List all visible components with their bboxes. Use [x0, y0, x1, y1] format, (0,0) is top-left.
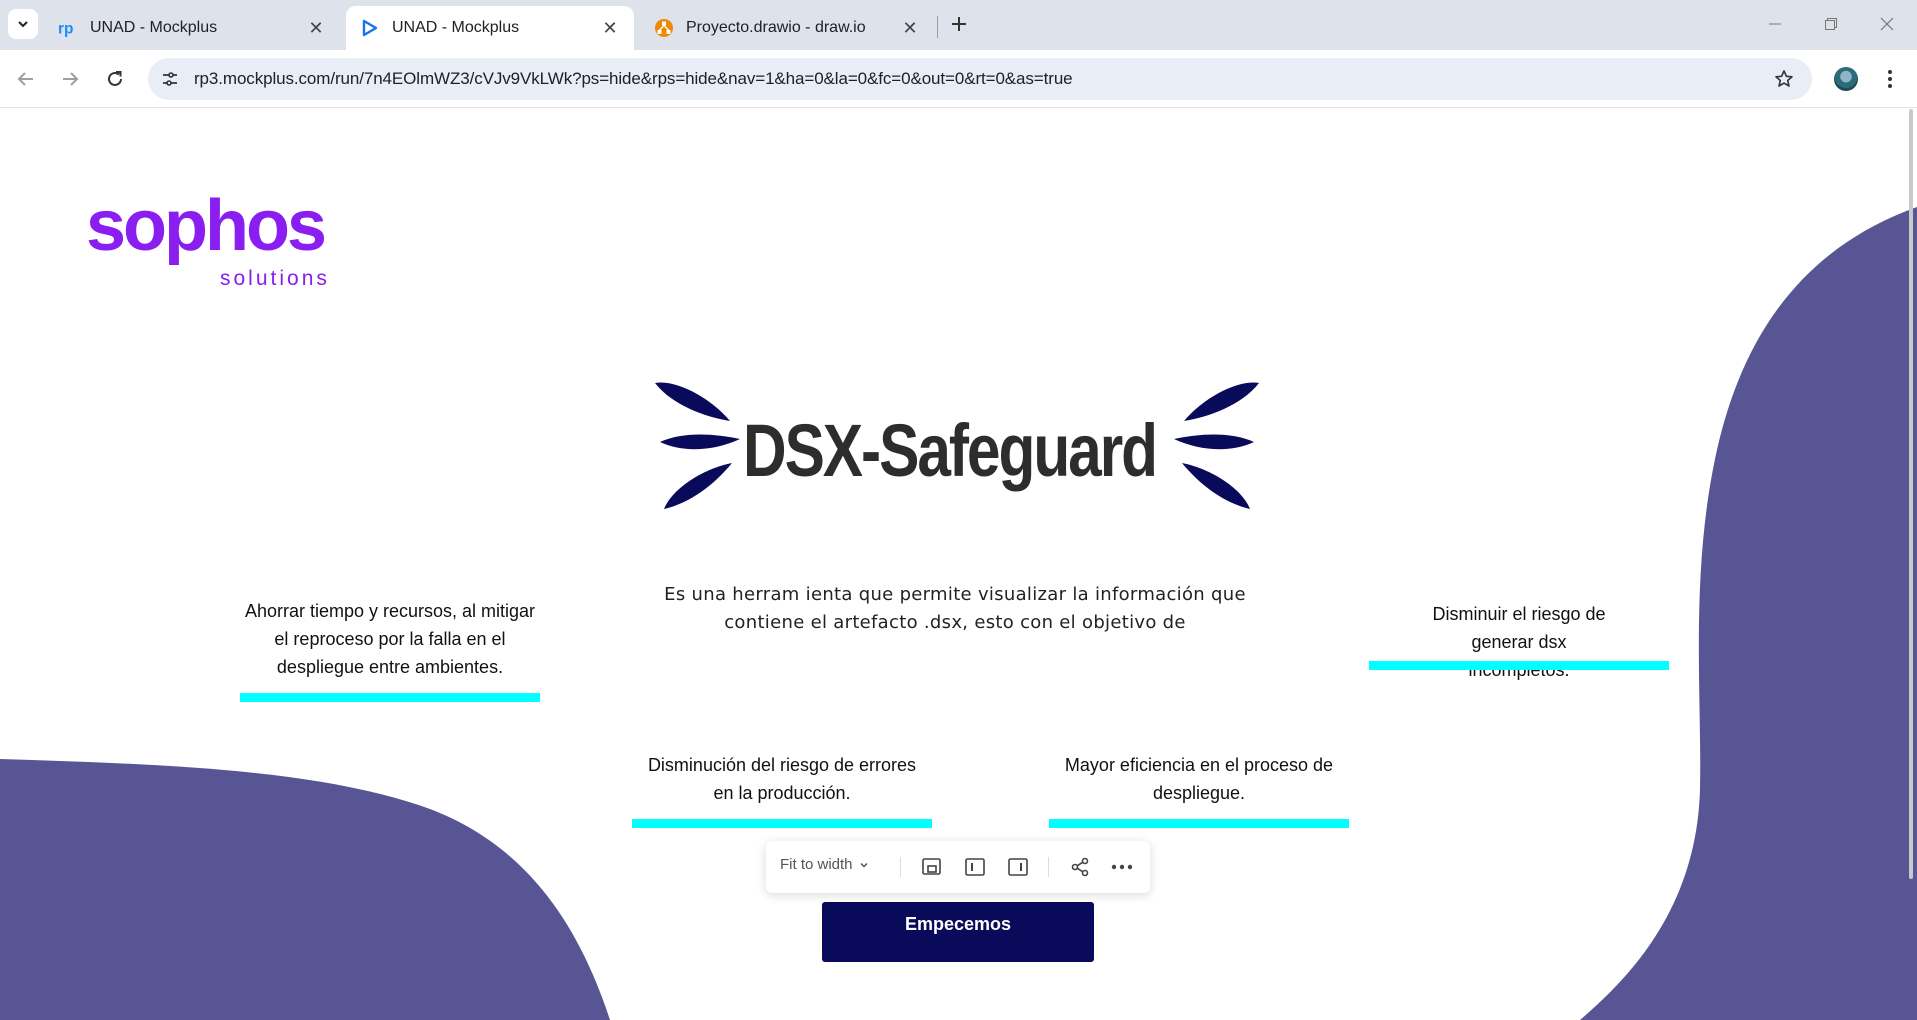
tab-search-button[interactable]: [8, 9, 38, 39]
benefit-text: Mayor eficiencia en el proceso de despli…: [1064, 755, 1334, 803]
benefit-card: Disminución del riesgo de errores en la …: [632, 751, 932, 828]
close-icon[interactable]: ✕: [304, 16, 328, 40]
benefit-text: Disminuir el riesgo de generar dsx incom…: [1432, 604, 1606, 680]
intro-text: Es una herram ienta que permite visualiz…: [664, 584, 1246, 633]
svg-text:DSX-Safeguard: DSX-Safeguard: [743, 409, 1156, 492]
browser-toolbar: rp3.mockplus.com/run/7n4EOlmWZ3/cVJv9VkL…: [0, 50, 1917, 108]
right-panel-icon: [1008, 858, 1028, 876]
address-bar[interactable]: rp3.mockplus.com/run/7n4EOlmWZ3/cVJv9VkL…: [148, 58, 1812, 100]
toolbar-divider: [1048, 857, 1049, 877]
tab-drawio[interactable]: Proyecto.drawio - draw.io ✕: [640, 6, 934, 50]
toolbar-divider: [900, 857, 901, 877]
tab-divider: [937, 16, 938, 38]
restore-button[interactable]: [1808, 8, 1854, 40]
tab-unad-mockplus-2[interactable]: UNAD - Mockplus ✕: [346, 6, 634, 50]
benefit-text: Ahorrar tiempo y recursos, al mitigar el…: [244, 601, 536, 677]
drawio-icon: [654, 18, 674, 38]
close-icon[interactable]: ✕: [598, 16, 622, 40]
tab-title: Proyecto.drawio - draw.io: [686, 19, 866, 36]
bookmark-star-icon[interactable]: [1772, 67, 1796, 91]
share-icon: [1071, 857, 1089, 877]
page-scrollbar[interactable]: [1909, 109, 1913, 879]
fit-to-width-dropdown[interactable]: Fit to width: [780, 856, 871, 873]
accent-bar: [1369, 661, 1669, 670]
accent-bar: [1049, 819, 1349, 828]
share-button[interactable]: [1066, 853, 1094, 881]
empecemos-button[interactable]: Empecemos: [822, 902, 1094, 962]
tab-title: UNAD - Mockplus: [90, 19, 218, 36]
bottom-left-blob: [0, 759, 610, 1020]
restore-icon: [1825, 18, 1837, 30]
close-icon: [1880, 17, 1894, 31]
svg-text:sophos: sophos: [86, 186, 325, 266]
chevron-down-icon: [860, 862, 868, 868]
benefit-card: Ahorrar tiempo y recursos, al mitigar el…: [240, 597, 540, 702]
left-wing-mark: [655, 382, 740, 509]
fit-to-width-label: Fit to width: [780, 856, 853, 873]
more-icon: [1111, 864, 1133, 870]
arrow-right-icon: [63, 72, 79, 86]
tab-unad-mockplus-1[interactable]: rp UNAD - Mockplus ✕: [44, 6, 340, 50]
plus-icon: [952, 17, 966, 31]
right-wing-mark: [1174, 382, 1259, 509]
more-button[interactable]: [1108, 853, 1136, 881]
left-panel-icon: [965, 858, 985, 876]
left-panel-button[interactable]: [961, 853, 989, 881]
new-tab-button[interactable]: [945, 10, 973, 38]
fit-screen-icon: [922, 858, 941, 875]
fit-screen-button[interactable]: [918, 853, 946, 881]
benefit-text: Disminución del riesgo de errores en la …: [647, 755, 917, 803]
url-text: rp3.mockplus.com/run/7n4EOlmWZ3/cVJv9VkL…: [194, 69, 1073, 88]
svg-text:rp: rp: [58, 20, 73, 37]
minimize-icon: [1769, 23, 1781, 25]
svg-text:solutions: solutions: [220, 267, 330, 290]
arrow-left-icon: [17, 72, 33, 86]
mockplus-rp-icon: rp: [58, 18, 78, 38]
close-icon[interactable]: ✕: [898, 16, 922, 40]
sophos-solutions-logo: sophos solutions: [86, 186, 330, 290]
tab-title: UNAD - Mockplus: [392, 19, 520, 36]
reload-button[interactable]: [99, 63, 131, 95]
back-button[interactable]: [10, 63, 42, 95]
more-vertical-icon: [1888, 70, 1892, 88]
mockplus-play-icon: [360, 18, 380, 38]
benefit-card: Disminuir el riesgo de generar dsx incom…: [1369, 600, 1669, 684]
close-window-button[interactable]: [1864, 8, 1910, 40]
dsx-safeguard-logo: DSX-Safeguard: [655, 382, 1259, 509]
reload-icon: [108, 71, 122, 86]
site-settings-icon[interactable]: [158, 67, 182, 91]
browser-tab-bar: rp UNAD - Mockplus ✕ UNAD - Mockplus ✕ P…: [0, 0, 1917, 50]
forward-button[interactable]: [54, 63, 86, 95]
viewer-toolbar: Fit to width: [766, 841, 1150, 893]
right-panel-button[interactable]: [1004, 853, 1032, 881]
accent-bar: [632, 819, 932, 828]
browser-menu-button[interactable]: [1878, 65, 1902, 93]
benefit-card: Mayor eficiencia en el proceso de despli…: [1049, 751, 1349, 828]
accent-bar: [240, 693, 540, 702]
chevron-down-icon: [18, 21, 28, 28]
minimize-button[interactable]: [1752, 8, 1798, 40]
profile-avatar[interactable]: [1834, 67, 1858, 91]
